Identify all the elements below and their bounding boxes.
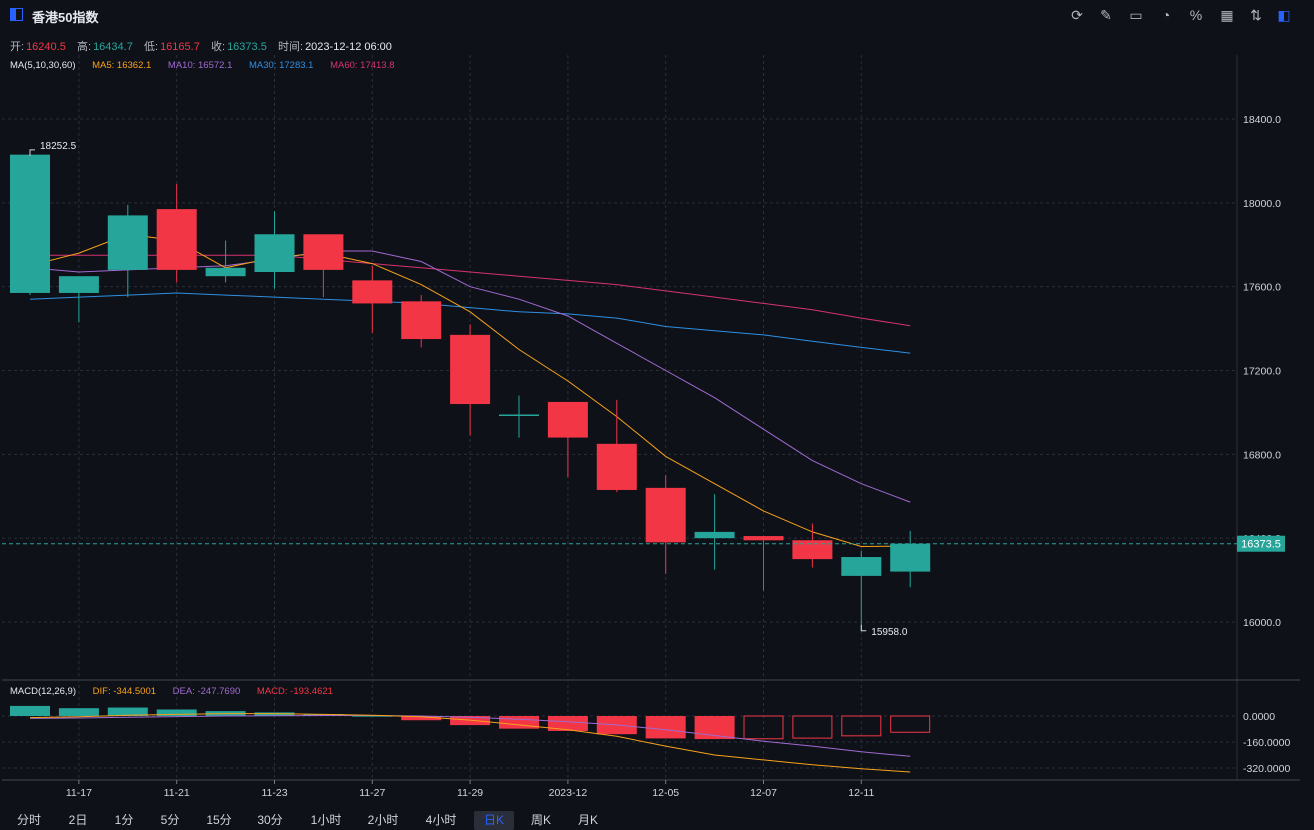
low-value: 16165.7: [160, 41, 200, 53]
sidebar-toggle-icon[interactable]: [10, 8, 23, 21]
high-label: 高:: [77, 41, 92, 53]
ma10-legend: MA10: 16572.1: [167, 60, 233, 71]
macd-bar: [645, 716, 686, 739]
time-tick-label: 11-23: [261, 787, 287, 799]
time-label: 时间:: [278, 41, 304, 53]
macd-bar: [10, 705, 50, 716]
percent-icon[interactable]: %: [1187, 6, 1205, 24]
period-month[interactable]: 月K: [568, 811, 608, 830]
price-tick-label: 17600.0: [1243, 282, 1281, 294]
time-tick-label: 11-29: [457, 787, 483, 799]
ma-legend-name[interactable]: MA(5,10,30,60): [10, 60, 75, 71]
ohlc-readout: 开: 16240.5 高: 16434.7 低: 16165.7 收: 16373.5 …: [10, 38, 394, 54]
candle-up: [107, 215, 148, 270]
candle-down: [596, 443, 637, 490]
candle-up: [205, 267, 246, 277]
price-tick-label: 16800.0: [1243, 449, 1281, 461]
ma5-legend: MA5: 16362.1: [92, 60, 152, 71]
candle-up: [890, 543, 931, 572]
time-tick-label: 12-05: [652, 787, 679, 799]
sort-icon[interactable]: ⇅: [1247, 6, 1265, 24]
macd-bar: [58, 708, 99, 716]
period-2h[interactable]: 2小时: [358, 811, 408, 830]
grid-lines: [2, 55, 1300, 781]
price-tick-label: 16000.0: [1243, 617, 1281, 629]
period-day[interactable]: 日K: [474, 811, 514, 830]
price-tick-label: 18000.0: [1243, 198, 1281, 210]
candle-up: [254, 234, 295, 272]
price-tick-label: 17200.0: [1243, 366, 1281, 378]
time-value: 2023-12-12 06:00: [305, 41, 392, 53]
dea-legend: DEA: -247.7690: [172, 686, 241, 697]
macd-tick-label: -320.0000: [1243, 763, 1290, 775]
refresh-icon[interactable]: ⟳: [1068, 6, 1086, 24]
close-value: 16373.5: [227, 41, 267, 53]
time-tick-label: 11-17: [66, 787, 92, 799]
macd-value-legend: MACD: -193.4621: [256, 686, 333, 697]
candle-down: [156, 209, 197, 270]
layout-icon[interactable]: ▦: [1218, 6, 1236, 24]
macd-bar: [841, 715, 882, 737]
candle-up: [499, 414, 539, 417]
chart-canvas[interactable]: 18400.018000.017600.017200.016800.016400…: [0, 0, 1314, 830]
low-marker: [860, 624, 867, 632]
time-tick-label: 11-27: [359, 787, 385, 799]
candle-down: [743, 536, 784, 541]
panel-icon[interactable]: ◧: [1275, 6, 1293, 24]
indicator-icon[interactable]: ◔: [1157, 6, 1175, 24]
top-toolbar: 香港50指数 ⟳ ✎ ▭ ◔ % ▦ ⇅ ◧: [0, 0, 1314, 30]
period-fenshi[interactable]: 分时: [8, 811, 50, 830]
macd-legend-name[interactable]: MACD(12,26,9): [10, 686, 76, 697]
candle-up: [10, 154, 50, 293]
chart-type-icon[interactable]: ▭: [1127, 6, 1145, 24]
instrument-title: 香港50指数: [32, 10, 99, 25]
dif-legend: DIF: -344.5001: [92, 686, 157, 697]
high-value: 16434.7: [93, 41, 133, 53]
ma60-legend: MA60: 17413.8: [330, 60, 395, 71]
candle-down: [792, 540, 833, 560]
period-1h[interactable]: 1小时: [301, 811, 351, 830]
low-label: 15958.0: [871, 627, 908, 638]
open-label: 开:: [10, 41, 25, 53]
time-tick-label: 11-21: [164, 787, 190, 799]
open-value: 16240.5: [26, 41, 66, 53]
candle-down: [450, 334, 491, 405]
period-2d[interactable]: 2日: [58, 811, 98, 830]
period-1m[interactable]: 1分: [104, 811, 144, 830]
low-label: 低:: [144, 41, 159, 53]
period-5m[interactable]: 5分: [150, 811, 190, 830]
close-label: 收:: [211, 41, 226, 53]
last-price-label: 16373.5: [1241, 539, 1281, 551]
macd-legend: MACD(12,26,9) DIF: -344.5001 DEA: -247.7…: [10, 686, 347, 697]
candle-down: [547, 401, 588, 438]
macd-tick-label: 0.0000: [1243, 711, 1275, 723]
ma-legend: MA(5,10,30,60) MA5: 16362.1 MA10: 16572.…: [10, 60, 409, 71]
candle-down: [645, 487, 686, 543]
candles: [10, 149, 931, 631]
candle-down: [352, 280, 393, 304]
candle-down: [401, 301, 442, 340]
period-15m[interactable]: 15分: [198, 811, 240, 830]
period-bar: 分时 2日 1分 5分 15分 30分 1小时 2小时 4小时 日K 周K 月K: [0, 808, 1314, 830]
time-tick-label: 12-07: [750, 787, 777, 799]
high-label: 18252.5: [40, 141, 77, 152]
time-tick-label: 2023-12: [549, 787, 588, 799]
macd-tick-label: -160.0000: [1243, 737, 1290, 749]
candle-down: [303, 234, 344, 270]
candle-up: [58, 276, 99, 293]
candle-up: [694, 531, 735, 539]
period-week[interactable]: 周K: [521, 811, 561, 830]
time-tick-label: 12-11: [848, 787, 874, 799]
macd-bar: [890, 715, 931, 733]
period-30m[interactable]: 30分: [248, 811, 292, 830]
macd-bar: [792, 715, 833, 739]
draw-tools-icon[interactable]: ✎: [1097, 6, 1115, 24]
ma30-legend: MA30: 17283.1: [249, 60, 314, 71]
candle-up: [841, 557, 882, 576]
price-tick-label: 18400.0: [1243, 114, 1281, 126]
period-4h[interactable]: 4小时: [416, 811, 466, 830]
